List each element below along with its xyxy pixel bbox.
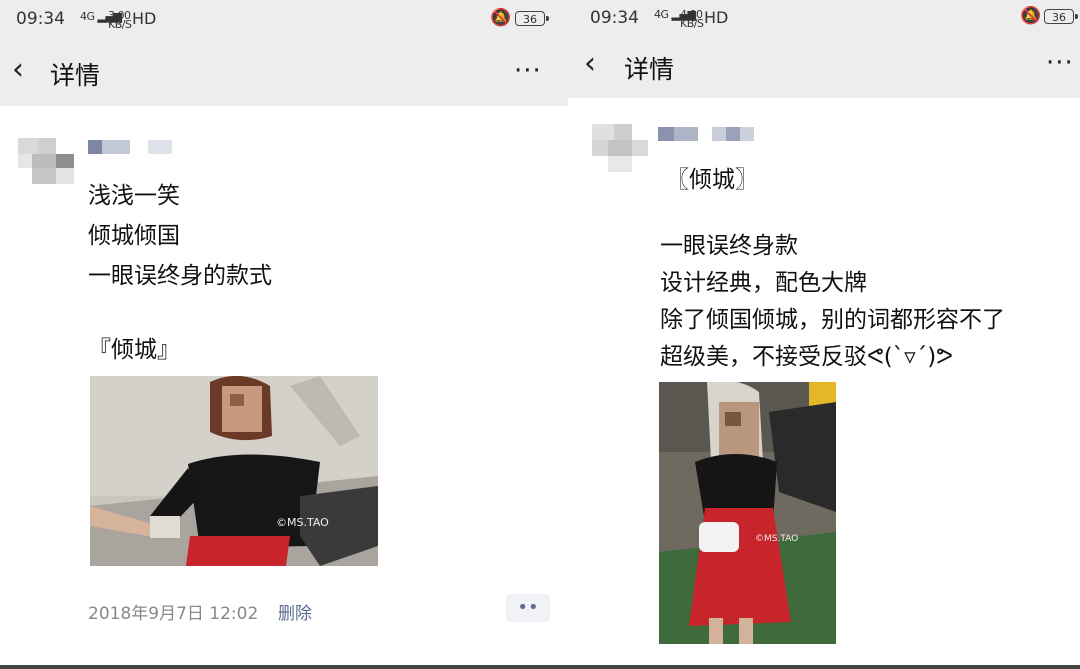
avatar[interactable] <box>18 138 74 194</box>
more-options-icon[interactable]: ··· <box>1046 48 1074 78</box>
status-bar: 09:34 4G ▂▄▆ 4.00 KB/S HD 🔕 36 <box>568 0 1080 36</box>
watermark: ©MS.TAO <box>755 534 799 544</box>
post-text-line: 除了倾国倾城，别的词都形容不了 <box>660 307 1005 333</box>
avatar[interactable] <box>592 124 648 180</box>
post-photo[interactable]: ©MS.TAO <box>90 376 378 566</box>
battery-icon: 36 <box>515 11 549 26</box>
right-screenshot: 09:34 4G ▂▄▆ 4.00 KB/S HD 🔕 36 ‹ 详情 ··· 〖… <box>568 0 1080 669</box>
mute-bell-icon: 🔕 <box>490 8 512 28</box>
post-text-line: 〖倾城〗 <box>666 167 758 193</box>
network-type: 4G <box>80 10 95 23</box>
page-title: 详情 <box>50 61 101 90</box>
hd-indicator: HD <box>704 8 729 27</box>
network-type: 4G <box>654 8 669 21</box>
post-text-line: 超级美，不接受反驳ᕙ(`▿´)ᕗ <box>660 344 953 370</box>
username-blurred[interactable] <box>658 127 754 141</box>
post-text-line: 『倾城』 <box>88 337 180 363</box>
battery-icon: 36 <box>1044 9 1078 24</box>
back-chevron-icon[interactable]: ‹ <box>584 46 596 81</box>
post-text-line: 设计经典，配色大牌 <box>660 270 867 296</box>
post-text-line: 一眼误终身款 <box>660 233 798 259</box>
more-options-icon[interactable]: ··· <box>514 56 542 86</box>
watermark: ©MS.TAO <box>276 516 329 529</box>
status-bar: 09:34 4G ▂▄▆ 3.00 KB/S HD 🔕 36 <box>0 0 568 40</box>
delete-link[interactable]: 删除 <box>278 599 312 624</box>
status-time: 09:34 <box>16 9 65 29</box>
username-blurred[interactable] <box>88 140 172 154</box>
bottom-edge <box>0 665 1080 669</box>
nav-bar: ‹ 详情 ··· <box>568 36 1080 98</box>
speed-unit: KB/S <box>680 17 704 30</box>
speed-indicator: 3.00 KB/S <box>108 10 132 31</box>
back-chevron-icon[interactable]: ‹ <box>12 52 24 87</box>
post-text-line: 倾城倾国 <box>88 223 180 249</box>
nav-bar: ‹ 详情 ··· <box>0 40 568 106</box>
post-timestamp: 2018年9月7日 12:02 <box>88 604 259 624</box>
woman-photo-image <box>90 376 378 566</box>
post-text-line: 浅浅一笑 <box>88 183 180 209</box>
mute-bell-icon: 🔕 <box>1020 6 1042 26</box>
speed-unit: KB/S <box>108 18 132 31</box>
post-photo[interactable]: ©MS.TAO <box>659 382 836 644</box>
page-title: 详情 <box>624 55 675 84</box>
woman-photo-image <box>659 382 836 644</box>
left-screenshot: 09:34 4G ▂▄▆ 3.00 KB/S HD 🔕 36 ‹ 详情 ··· 浅… <box>0 0 568 669</box>
hd-indicator: HD <box>132 9 157 28</box>
comment-actions-button[interactable]: •• <box>506 594 550 622</box>
speed-indicator: 4.00 KB/S <box>680 9 704 30</box>
post-text-line: 一眼误终身的款式 <box>88 263 272 289</box>
status-time: 09:34 <box>590 8 639 28</box>
